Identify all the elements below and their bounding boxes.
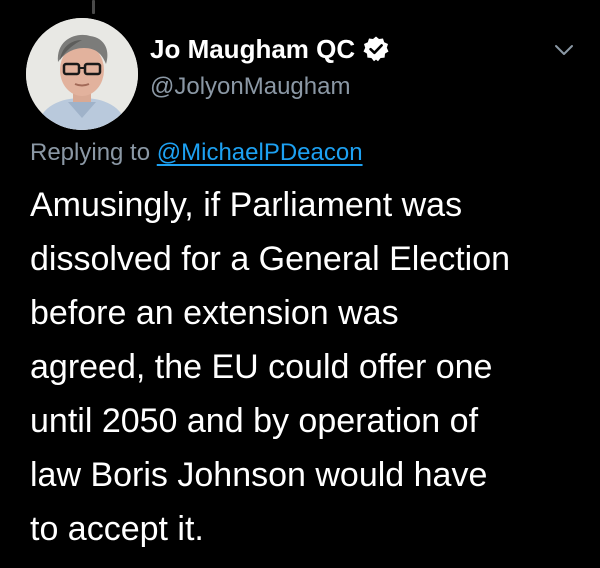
replying-to-handle-link[interactable]: @MichaelPDeacon (157, 139, 363, 166)
tweet-text-line: Amusingly, if Parliament was (30, 186, 463, 224)
tweet-text-line: dissolved for a General Election (30, 240, 511, 278)
avatar[interactable] (26, 18, 138, 130)
tweet-text-line: before an extension was (30, 294, 399, 332)
chevron-down-icon[interactable] (551, 37, 577, 63)
tweet-text-line: until 2050 and by operation of (30, 402, 479, 440)
tweet-text-line: law Boris Johnson would have (30, 456, 488, 494)
user-handle[interactable]: @JolyonMaugham (150, 70, 390, 104)
replying-to: Replying to @MichaelPDeacon (30, 133, 363, 173)
avatar-image (26, 18, 138, 130)
name-row: Jo Maugham QC (150, 32, 390, 66)
tweet-header: Jo Maugham QC @JolyonMaugham (150, 32, 390, 104)
tweet-text-line: agreed, the EU could offer one (30, 348, 493, 386)
tweet-text-line: to accept it. (30, 510, 204, 548)
thread-connector-line (92, 0, 95, 14)
tweet-text: Amusingly, if Parliament was dissolved f… (30, 178, 590, 556)
display-name[interactable]: Jo Maugham QC (150, 32, 355, 66)
verified-badge-icon (362, 35, 390, 63)
replying-to-label: Replying to (30, 139, 151, 166)
